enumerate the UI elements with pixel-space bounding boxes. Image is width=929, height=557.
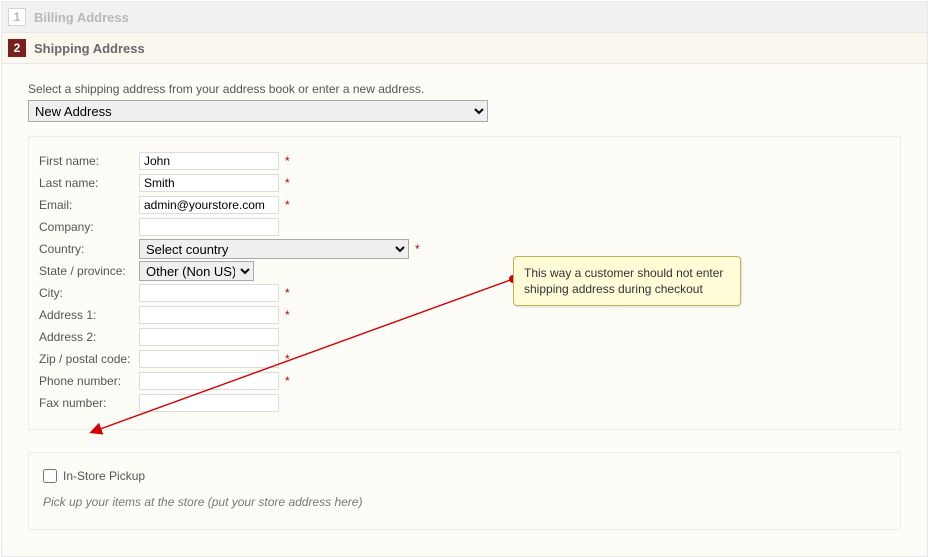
required-mark: * <box>285 352 290 366</box>
required-mark: * <box>285 154 290 168</box>
first-name-input[interactable] <box>139 152 279 170</box>
required-mark: * <box>285 308 290 322</box>
label-address2: Address 2: <box>39 330 139 344</box>
label-address1: Address 1: <box>39 308 139 322</box>
address1-input[interactable] <box>139 306 279 324</box>
shipping-step-body: Select a shipping address from your addr… <box>2 64 927 556</box>
last-name-input[interactable] <box>139 174 279 192</box>
required-mark: * <box>285 374 290 388</box>
label-phone: Phone number: <box>39 374 139 388</box>
address2-input[interactable] <box>139 328 279 346</box>
instore-pickup-label: In-Store Pickup <box>63 469 145 483</box>
label-email: Email: <box>39 198 139 212</box>
label-last-name: Last name: <box>39 176 139 190</box>
step-number-1: 1 <box>8 8 26 26</box>
pickup-box: In-Store Pickup Pick up your items at th… <box>28 452 901 530</box>
country-select[interactable]: Select country <box>139 239 409 259</box>
required-mark: * <box>285 286 290 300</box>
step-billing-header[interactable]: 1 Billing Address <box>2 2 927 33</box>
zip-input[interactable] <box>139 350 279 368</box>
label-city: City: <box>39 286 139 300</box>
instore-pickup-checkbox[interactable] <box>43 469 57 483</box>
step-title-shipping: Shipping Address <box>34 41 145 56</box>
label-state: State / province: <box>39 264 139 278</box>
label-zip: Zip / postal code: <box>39 352 139 366</box>
step-number-2: 2 <box>8 39 26 57</box>
company-input[interactable] <box>139 218 279 236</box>
address-select[interactable]: New Address <box>28 100 488 122</box>
checkout-panel: 1 Billing Address 2 Shipping Address Sel… <box>1 1 928 557</box>
label-company: Company: <box>39 220 139 234</box>
label-first-name: First name: <box>39 154 139 168</box>
instore-pickup-desc: Pick up your items at the store (put you… <box>43 495 886 509</box>
step-shipping-header: 2 Shipping Address <box>2 33 927 64</box>
required-mark: * <box>415 242 420 256</box>
step-title-billing: Billing Address <box>34 10 129 25</box>
required-mark: * <box>285 176 290 190</box>
label-country: Country: <box>39 242 139 256</box>
label-fax: Fax number: <box>39 396 139 410</box>
phone-input[interactable] <box>139 372 279 390</box>
address-form: First name: * Last name: * Email: * Comp… <box>28 136 901 430</box>
city-input[interactable] <box>139 284 279 302</box>
required-mark: * <box>285 198 290 212</box>
email-input[interactable] <box>139 196 279 214</box>
state-select[interactable]: Other (Non US) <box>139 261 254 281</box>
fax-input[interactable] <box>139 394 279 412</box>
address-instruction: Select a shipping address from your addr… <box>28 82 901 96</box>
